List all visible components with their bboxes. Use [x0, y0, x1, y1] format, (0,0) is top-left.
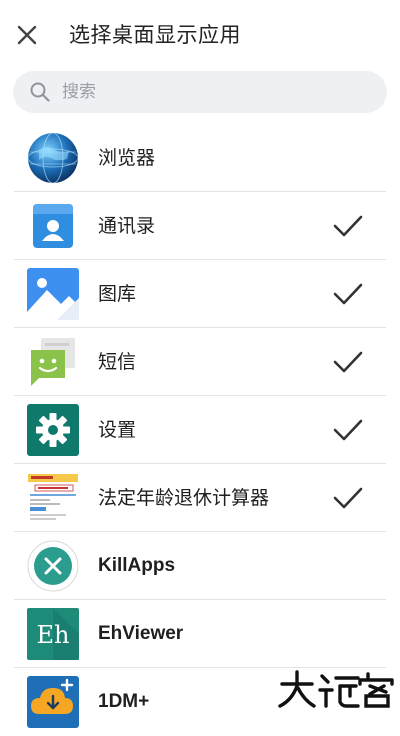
- app-row-messages[interactable]: 短信: [0, 328, 400, 396]
- download-manager-icon: [27, 676, 79, 728]
- app-label: 1DM+: [98, 691, 150, 712]
- checkmark-icon: [333, 215, 363, 237]
- app-row-browser[interactable]: 浏览器: [0, 124, 400, 192]
- gallery-icon: [27, 268, 79, 320]
- contacts-icon: [33, 204, 73, 248]
- app-row-settings[interactable]: 设置: [0, 396, 400, 464]
- app-label: EhViewer: [98, 623, 184, 644]
- search-bar[interactable]: [13, 71, 387, 113]
- app-row-contacts[interactable]: 通讯录: [0, 192, 400, 260]
- ehviewer-icon: Eh: [27, 608, 79, 660]
- watermark-logo: [278, 670, 394, 708]
- messages-icon: [31, 338, 75, 386]
- app-list: 浏览器 通讯录 图库 短信 设置 法定年龄退休计算器 KillApps Eh E…: [0, 124, 400, 736]
- svg-text:Eh: Eh: [37, 621, 70, 649]
- app-row-ehviewer[interactable]: Eh EhViewer: [0, 600, 400, 668]
- retirement-calculator-icon: [27, 472, 79, 524]
- app-label: 法定年龄退休计算器: [98, 487, 270, 509]
- app-label: 设置: [98, 419, 137, 441]
- browser-globe-icon: [27, 132, 79, 184]
- app-label: 浏览器: [98, 147, 156, 169]
- app-label: KillApps: [98, 555, 176, 576]
- checkmark-icon: [333, 487, 363, 509]
- checkmark-icon: [333, 351, 363, 373]
- app-row-gallery[interactable]: 图库: [0, 260, 400, 328]
- header: 选择桌面显示应用: [0, 0, 400, 70]
- search-icon: [30, 82, 50, 102]
- checkmark-icon: [333, 283, 363, 305]
- app-label: 通讯录: [98, 215, 156, 237]
- app-label: 短信: [98, 351, 137, 373]
- app-row-retirement-calculator[interactable]: 法定年龄退休计算器: [0, 464, 400, 532]
- close-button[interactable]: [14, 22, 42, 50]
- checkmark-icon: [333, 419, 363, 441]
- page-title: 选择桌面显示应用: [69, 23, 241, 47]
- app-row-killapps[interactable]: KillApps: [0, 532, 400, 600]
- killapps-icon: [27, 540, 79, 592]
- search-input[interactable]: [62, 71, 362, 113]
- settings-gear-icon: [27, 404, 79, 456]
- close-icon: [17, 25, 37, 45]
- app-label: 图库: [98, 283, 137, 305]
